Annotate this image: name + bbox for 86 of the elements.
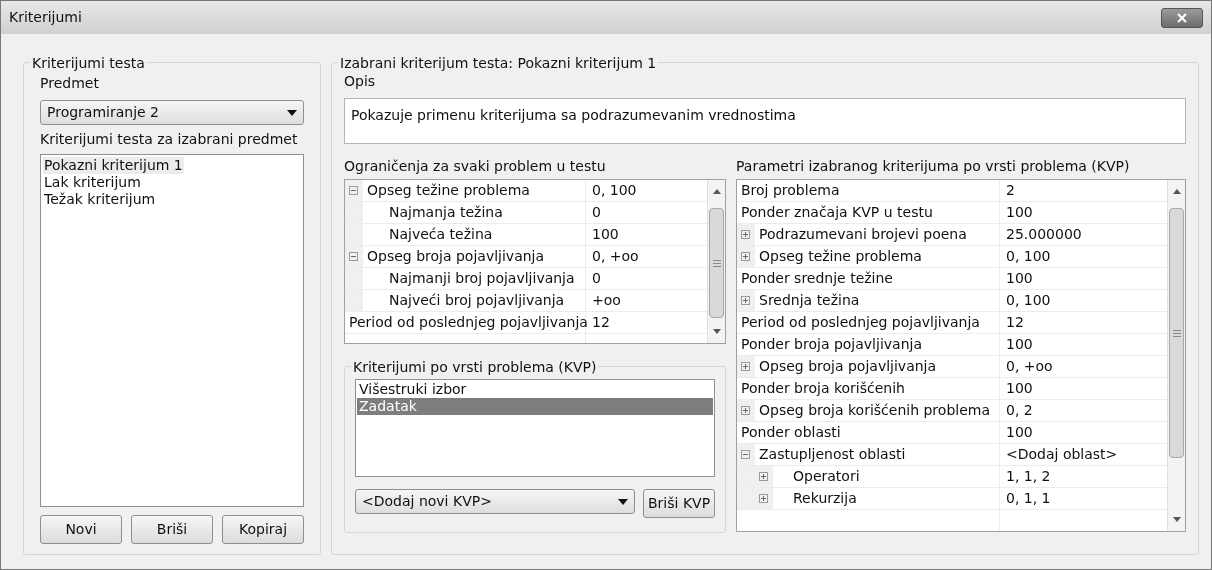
property-name: Najmanji broj pojavljivanja bbox=[388, 269, 575, 288]
property-value[interactable]: 0, 1, 1 bbox=[1000, 488, 1051, 509]
list-item[interactable]: Težak kriterijum bbox=[43, 191, 157, 208]
expand-icon[interactable] bbox=[759, 472, 768, 481]
property-value[interactable]: 100 bbox=[586, 224, 619, 245]
scroll-down-icon[interactable] bbox=[1173, 517, 1181, 522]
property-name: Podrazumevani brojevi poena bbox=[758, 225, 967, 244]
property-name: Period od poslednjeg pojavljivanja bbox=[348, 313, 588, 332]
property-value[interactable]: 100 bbox=[1000, 202, 1033, 223]
property-name: Zastupljenost oblasti bbox=[758, 445, 906, 464]
property-value[interactable]: 1, 1, 2 bbox=[1000, 466, 1051, 487]
caret-icon bbox=[287, 109, 297, 116]
property-value[interactable]: 25.000000 bbox=[1000, 224, 1082, 245]
property-value[interactable]: 2 bbox=[1000, 180, 1015, 201]
property-name: Opseg težine problema bbox=[366, 181, 530, 200]
property-name: Opseg broja pojavljivanja bbox=[366, 247, 545, 266]
property-value[interactable]: 0, +oo bbox=[586, 246, 639, 267]
property-value[interactable]: 0, 100 bbox=[1000, 246, 1051, 267]
button[interactable]: Briši bbox=[131, 515, 213, 544]
property-name: Opseg broja korišćenih problema bbox=[758, 401, 990, 420]
list-item[interactable]: Pokazni kriterijum 1 bbox=[43, 157, 184, 174]
property-value[interactable]: 0, 100 bbox=[586, 180, 637, 201]
property-value[interactable]: 0, 2 bbox=[1000, 400, 1033, 421]
scroll-thumb[interactable] bbox=[709, 208, 724, 318]
property-value[interactable]: 12 bbox=[586, 312, 610, 333]
property-name: Srednja težina bbox=[758, 291, 860, 310]
scroll-down-icon[interactable] bbox=[713, 329, 721, 334]
property-name: Opseg težine problema bbox=[758, 247, 922, 266]
scroll-up-icon[interactable] bbox=[713, 189, 721, 194]
property-value[interactable]: 100 bbox=[1000, 334, 1033, 355]
property-name: Operatori bbox=[792, 467, 860, 486]
button[interactable]: Novi bbox=[40, 515, 122, 544]
property-value[interactable]: 12 bbox=[1000, 312, 1024, 333]
property-name: Ponder srednje težine bbox=[740, 269, 893, 288]
property-name: Ponder broja pojavljivanja bbox=[740, 335, 922, 354]
scroll-up-icon[interactable] bbox=[1173, 189, 1181, 194]
window-title: Kriterijumi bbox=[9, 8, 82, 27]
list-item[interactable]: Višestruki izbor bbox=[357, 381, 713, 398]
section-title: Ograničenja za svaki problem u testu bbox=[344, 157, 607, 176]
property-value[interactable]: 100 bbox=[1000, 378, 1033, 399]
property-value[interactable]: +oo bbox=[586, 290, 621, 311]
property-value[interactable]: <Dodaj oblast> bbox=[1000, 444, 1118, 465]
dropdown[interactable]: <Dodaj novi KVP> bbox=[355, 489, 635, 514]
close-icon bbox=[1177, 12, 1187, 23]
property-value[interactable]: 0 bbox=[586, 268, 601, 289]
grip-icon bbox=[1172, 329, 1181, 337]
list-item[interactable]: Lak kriterijum bbox=[43, 174, 142, 191]
scrollbar[interactable] bbox=[707, 180, 725, 343]
property-value[interactable]: 100 bbox=[1000, 268, 1033, 289]
property-value[interactable]: 0 bbox=[586, 202, 601, 223]
property-name: Ponder broja korišćenih bbox=[740, 379, 905, 398]
expand-icon[interactable] bbox=[741, 230, 750, 239]
collapse-icon[interactable] bbox=[349, 186, 358, 195]
property-name: Ponder značaja KVP u testu bbox=[740, 203, 933, 222]
expand-icon[interactable] bbox=[741, 406, 750, 415]
scrollbar[interactable] bbox=[1167, 180, 1185, 531]
caret-icon bbox=[618, 498, 628, 505]
button[interactable]: Kopiraj bbox=[222, 515, 304, 544]
property-value[interactable]: 0, +oo bbox=[1000, 356, 1053, 377]
close-button[interactable] bbox=[1161, 7, 1203, 28]
property-name: Rekurzija bbox=[792, 489, 857, 508]
scroll-thumb[interactable] bbox=[1169, 208, 1184, 458]
collapse-icon[interactable] bbox=[349, 252, 358, 261]
property-name: Najveći broj pojavljivanja bbox=[388, 291, 565, 310]
expand-icon[interactable] bbox=[741, 252, 750, 261]
expand-icon[interactable] bbox=[759, 494, 768, 503]
property-value[interactable]: 0, 100 bbox=[1000, 290, 1051, 311]
property-name: Najmanja težina bbox=[388, 203, 503, 222]
grip-icon bbox=[712, 259, 721, 267]
property-name: Broj problema bbox=[740, 181, 840, 200]
collapse-icon[interactable] bbox=[741, 450, 750, 459]
section-title: Parametri izabranog kriterijuma po vrsti problema (KVP) bbox=[736, 157, 1131, 176]
field-label: Predmet bbox=[40, 74, 100, 93]
field-label: Opis bbox=[344, 72, 377, 91]
button[interactable]: Briši KVP bbox=[643, 489, 715, 518]
expand-icon[interactable] bbox=[741, 296, 750, 305]
dropdown[interactable]: Programiranje 2 bbox=[40, 100, 304, 125]
description-field[interactable]: Pokazuje primenu kriterijuma sa podrazumevanim vrednostima bbox=[344, 98, 1186, 144]
expand-icon[interactable] bbox=[741, 362, 750, 371]
property-name: Opseg broja pojavljivanja bbox=[758, 357, 937, 376]
property-name: Najveća težina bbox=[388, 225, 493, 244]
field-label: Kriterijumi testa za izabrani predmet bbox=[40, 130, 299, 149]
property-name: Ponder oblasti bbox=[740, 423, 841, 442]
property-name: Period od poslednjeg pojavljivanja bbox=[740, 313, 980, 332]
property-value[interactable]: 100 bbox=[1000, 422, 1033, 443]
list-item[interactable]: Zadatak bbox=[357, 398, 713, 415]
